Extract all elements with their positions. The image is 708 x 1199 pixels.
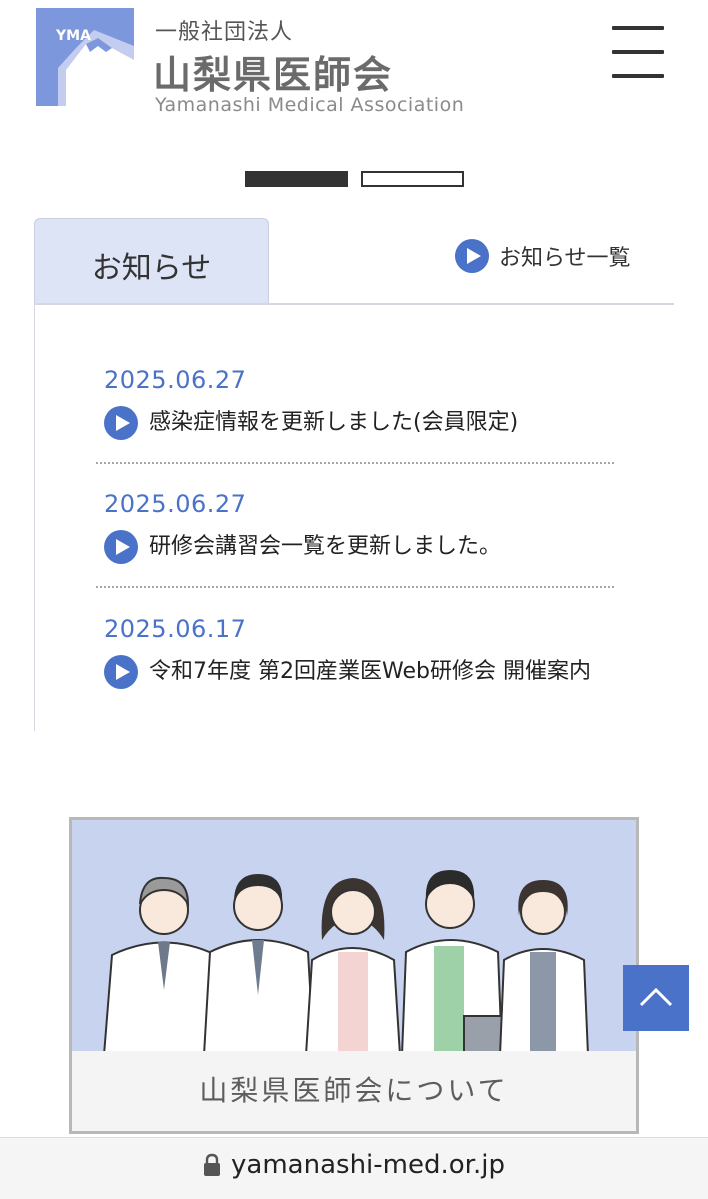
news-item: 2025.06.27 研修会講習会一覧を更新しました。 bbox=[104, 488, 616, 564]
doctors-illustration bbox=[72, 820, 636, 1055]
about-banner-caption: 山梨県医師会について bbox=[72, 1051, 636, 1131]
news-panel-border bbox=[34, 303, 35, 731]
slider-indicator-1[interactable] bbox=[245, 171, 348, 187]
news-item-link[interactable]: 令和7年度 第2回産業医Web研修会 開催案内 bbox=[104, 655, 616, 689]
play-icon bbox=[104, 655, 138, 689]
tab-news-label: お知らせ bbox=[91, 251, 212, 286]
news-item: 2025.06.17 令和7年度 第2回産業医Web研修会 開催案内 bbox=[104, 613, 616, 689]
url-text: yamanashi-med.or.jp bbox=[231, 1150, 505, 1180]
news-item-title: 感染症情報を更新しました(会員限定) bbox=[149, 410, 519, 435]
news-item-date: 2025.06.27 bbox=[104, 490, 247, 518]
news-divider bbox=[34, 303, 674, 305]
news-item: 2025.06.27 感染症情報を更新しました(会員限定) bbox=[104, 364, 616, 440]
browser-address-bar: yamanashi-med.or.jp bbox=[0, 1137, 708, 1199]
hamburger-line bbox=[612, 26, 664, 30]
slider-indicator-2[interactable] bbox=[361, 171, 464, 187]
org-name-english: Yamanashi Medical Association bbox=[155, 94, 465, 116]
hamburger-menu-button[interactable] bbox=[612, 24, 666, 80]
back-to-top-button[interactable] bbox=[623, 965, 689, 1031]
lock-icon bbox=[204, 1153, 221, 1176]
news-list-link-label: お知らせ一覧 bbox=[499, 246, 631, 271]
news-item-title: 令和7年度 第2回産業医Web研修会 開催案内 bbox=[149, 659, 591, 684]
news-item-title: 研修会講習会一覧を更新しました。 bbox=[149, 534, 502, 559]
play-icon bbox=[455, 239, 489, 273]
news-item-link[interactable]: 感染症情報を更新しました(会員限定) bbox=[104, 406, 616, 440]
hamburger-line bbox=[612, 74, 664, 78]
chevron-up-icon bbox=[639, 987, 673, 1007]
about-banner[interactable]: 山梨県医師会について bbox=[69, 817, 639, 1134]
org-name-title[interactable]: 山梨県医師会 bbox=[153, 44, 393, 99]
play-icon bbox=[104, 406, 138, 440]
news-item-date: 2025.06.27 bbox=[104, 366, 247, 394]
logo-badge-text: YMA bbox=[55, 28, 91, 44]
news-list-link[interactable]: お知らせ一覧 bbox=[455, 238, 631, 274]
play-icon bbox=[104, 530, 138, 564]
yma-logo-icon[interactable]: YMA bbox=[36, 8, 134, 106]
org-type-label: 一般社団法人 bbox=[155, 20, 294, 45]
news-separator bbox=[96, 586, 614, 588]
tab-news[interactable]: お知らせ bbox=[34, 218, 269, 304]
news-item-link[interactable]: 研修会講習会一覧を更新しました。 bbox=[104, 530, 616, 564]
news-separator bbox=[96, 462, 614, 464]
news-item-date: 2025.06.17 bbox=[104, 615, 247, 643]
url-field[interactable]: yamanashi-med.or.jp bbox=[0, 1150, 708, 1180]
hamburger-line bbox=[612, 50, 664, 54]
